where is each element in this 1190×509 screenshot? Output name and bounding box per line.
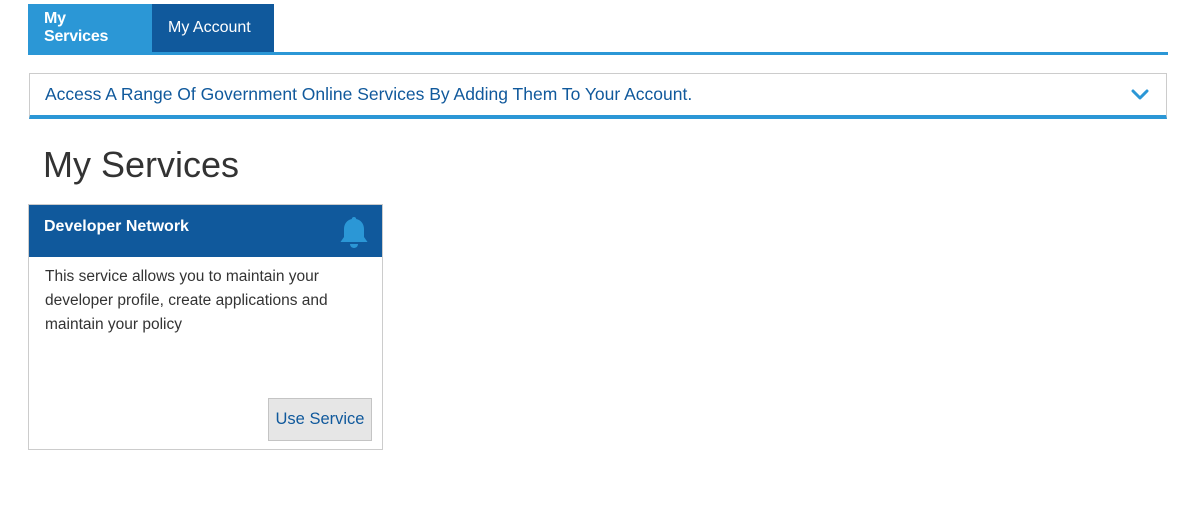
chevron-down-icon[interactable]: [1128, 83, 1152, 107]
page-title: My Services: [43, 144, 240, 185]
bell-icon[interactable]: [338, 215, 370, 249]
tab-label: My Services: [44, 10, 109, 45]
info-banner-toggle[interactable]: Access A Range Of Government Online Serv…: [29, 73, 1167, 119]
service-card-title: Developer Network: [44, 218, 189, 235]
service-card-header: Developer Network: [29, 205, 382, 257]
tab-bar: My Services My Account: [28, 4, 1168, 55]
tab-my-services[interactable]: My Services: [28, 4, 152, 52]
use-service-button[interactable]: Use Service: [268, 398, 372, 441]
service-card-description: This service allows you to maintain your…: [45, 268, 328, 333]
banner-text: Access A Range Of Government Online Serv…: [45, 84, 693, 104]
service-card: Developer Network This service allows yo…: [28, 204, 383, 450]
tab-label: My Account: [168, 19, 251, 36]
tab-my-account[interactable]: My Account: [152, 4, 274, 52]
